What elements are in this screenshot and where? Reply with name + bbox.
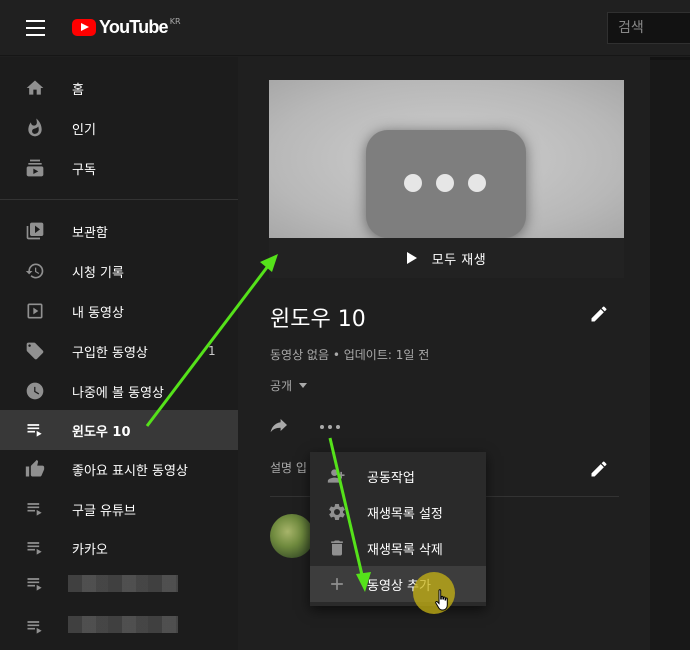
menu-item-delete-playlist[interactable]: 재생목록 삭제	[310, 530, 486, 566]
logo-region: KR	[169, 17, 181, 26]
sidebar-item-playlist-windows10[interactable]: 윈도우 10	[0, 410, 238, 450]
blurred-label	[68, 575, 178, 592]
plus-icon	[331, 578, 343, 590]
edit-title-icon[interactable]	[589, 304, 609, 324]
sidebar-item-label: 나중에 볼 동영상	[72, 385, 164, 401]
tag-icon	[26, 342, 44, 360]
sidebar-item-label: 시청 기록	[72, 265, 124, 281]
sidebar-item-library[interactable]: 보관함	[0, 211, 238, 251]
sidebar-item-purchases[interactable]: 구입한 동영상 1	[0, 331, 238, 371]
sidebar-item-label: 구입한 동영상	[72, 345, 148, 361]
playlist-icon	[27, 503, 42, 516]
sidebar: 홈 인기 구독 보관함 시청 기록 내 동영상 구입한 동영상 1 나중에 볼 …	[0, 57, 238, 650]
sidebar-item-playlist-google[interactable]: 구글 유튜브	[0, 489, 238, 529]
playlist-context-menu: 공동작업 재생목록 설정 재생목록 삭제 동영상 추가	[310, 452, 486, 606]
menu-item-label: 재생목록 설정	[367, 506, 443, 522]
trash-icon	[331, 540, 343, 556]
sidebar-item-label: 카카오	[72, 542, 108, 558]
privacy-dropdown[interactable]: 공개	[270, 377, 308, 394]
playlist-meta: 동영상 없음 • 업데이트: 1일 전	[270, 348, 430, 362]
playlist-title: 윈도우 10	[270, 307, 366, 332]
sidebar-item-playlist-blurred[interactable]	[0, 607, 238, 647]
hand-cursor-icon	[435, 589, 448, 611]
subscriptions-icon	[26, 159, 44, 177]
sidebar-item-trending[interactable]: 인기	[0, 108, 238, 148]
menu-item-playlist-settings[interactable]: 재생목록 설정	[310, 494, 486, 530]
sidebar-item-label: 인기	[72, 122, 96, 138]
sidebar-item-history[interactable]: 시청 기록	[0, 251, 238, 291]
menu-item-add-video[interactable]: 동영상 추가	[310, 566, 486, 602]
sidebar-item-home[interactable]: 홈	[0, 68, 238, 108]
right-panel	[650, 57, 690, 650]
gear-icon	[329, 503, 345, 520]
sidebar-item-watch-later[interactable]: 나중에 볼 동영상	[0, 371, 238, 411]
sidebar-item-my-videos[interactable]: 내 동영상	[0, 291, 238, 331]
privacy-label: 공개	[270, 379, 293, 393]
menu-item-collaborate[interactable]: 공동작업	[310, 458, 486, 494]
sidebar-item-liked-videos[interactable]: 좋아요 표시한 동영상	[0, 449, 238, 489]
play-all-button[interactable]: 모두 재생	[269, 238, 624, 278]
more-actions-icon[interactable]	[320, 425, 340, 431]
logo-text: YouTube	[99, 17, 169, 37]
youtube-play-icon	[72, 19, 96, 36]
caret-down-icon	[299, 383, 308, 388]
sidebar-item-label: 좋아요 표시한 동영상	[72, 463, 188, 479]
playlist-icon	[27, 578, 42, 591]
sidebar-item-count: 1	[208, 344, 216, 358]
playlist-icon	[27, 424, 42, 437]
library-icon	[26, 222, 44, 240]
sidebar-item-label: 구글 유튜브	[72, 503, 136, 519]
sidebar-item-label: 보관함	[72, 225, 108, 241]
my-videos-icon	[27, 303, 43, 319]
sidebar-item-playlist-kakao[interactable]: 카카오	[0, 528, 238, 568]
blurred-label	[68, 616, 178, 633]
search-input[interactable]	[607, 12, 690, 44]
fire-icon	[28, 118, 42, 137]
sidebar-item-playlist-blurred[interactable]	[0, 564, 238, 604]
play-all-label: 모두 재생	[431, 252, 487, 268]
avatar[interactable]	[270, 514, 314, 558]
edit-description-icon[interactable]	[589, 459, 609, 479]
menu-icon[interactable]	[26, 20, 45, 36]
share-icon[interactable]	[269, 419, 289, 435]
playlist-icon	[27, 621, 42, 634]
description-label[interactable]: 설명 입	[270, 459, 307, 476]
sidebar-item-subscriptions[interactable]: 구독	[0, 148, 238, 188]
thumbnail-image	[269, 80, 624, 238]
menu-item-label: 공동작업	[367, 470, 415, 486]
menu-item-label: 재생목록 삭제	[367, 542, 443, 558]
thumbs-up-icon	[25, 459, 45, 477]
youtube-logo[interactable]: YouTube KR	[72, 17, 181, 39]
history-icon	[25, 263, 44, 279]
home-icon	[26, 80, 44, 95]
sidebar-item-label: 구독	[72, 162, 96, 178]
play-icon	[406, 252, 417, 264]
top-bar: YouTube KR	[0, 0, 690, 56]
playlist-thumbnail[interactable]: 모두 재생	[269, 80, 624, 278]
playlist-icon	[27, 542, 42, 555]
more-placeholder-icon	[366, 130, 526, 238]
sidebar-item-label: 윈도우 10	[72, 424, 131, 440]
collaborate-icon	[327, 469, 345, 483]
sidebar-item-label: 내 동영상	[72, 305, 124, 321]
clock-icon	[26, 382, 44, 400]
sidebar-item-label: 홈	[72, 82, 84, 98]
sidebar-divider	[0, 199, 238, 200]
